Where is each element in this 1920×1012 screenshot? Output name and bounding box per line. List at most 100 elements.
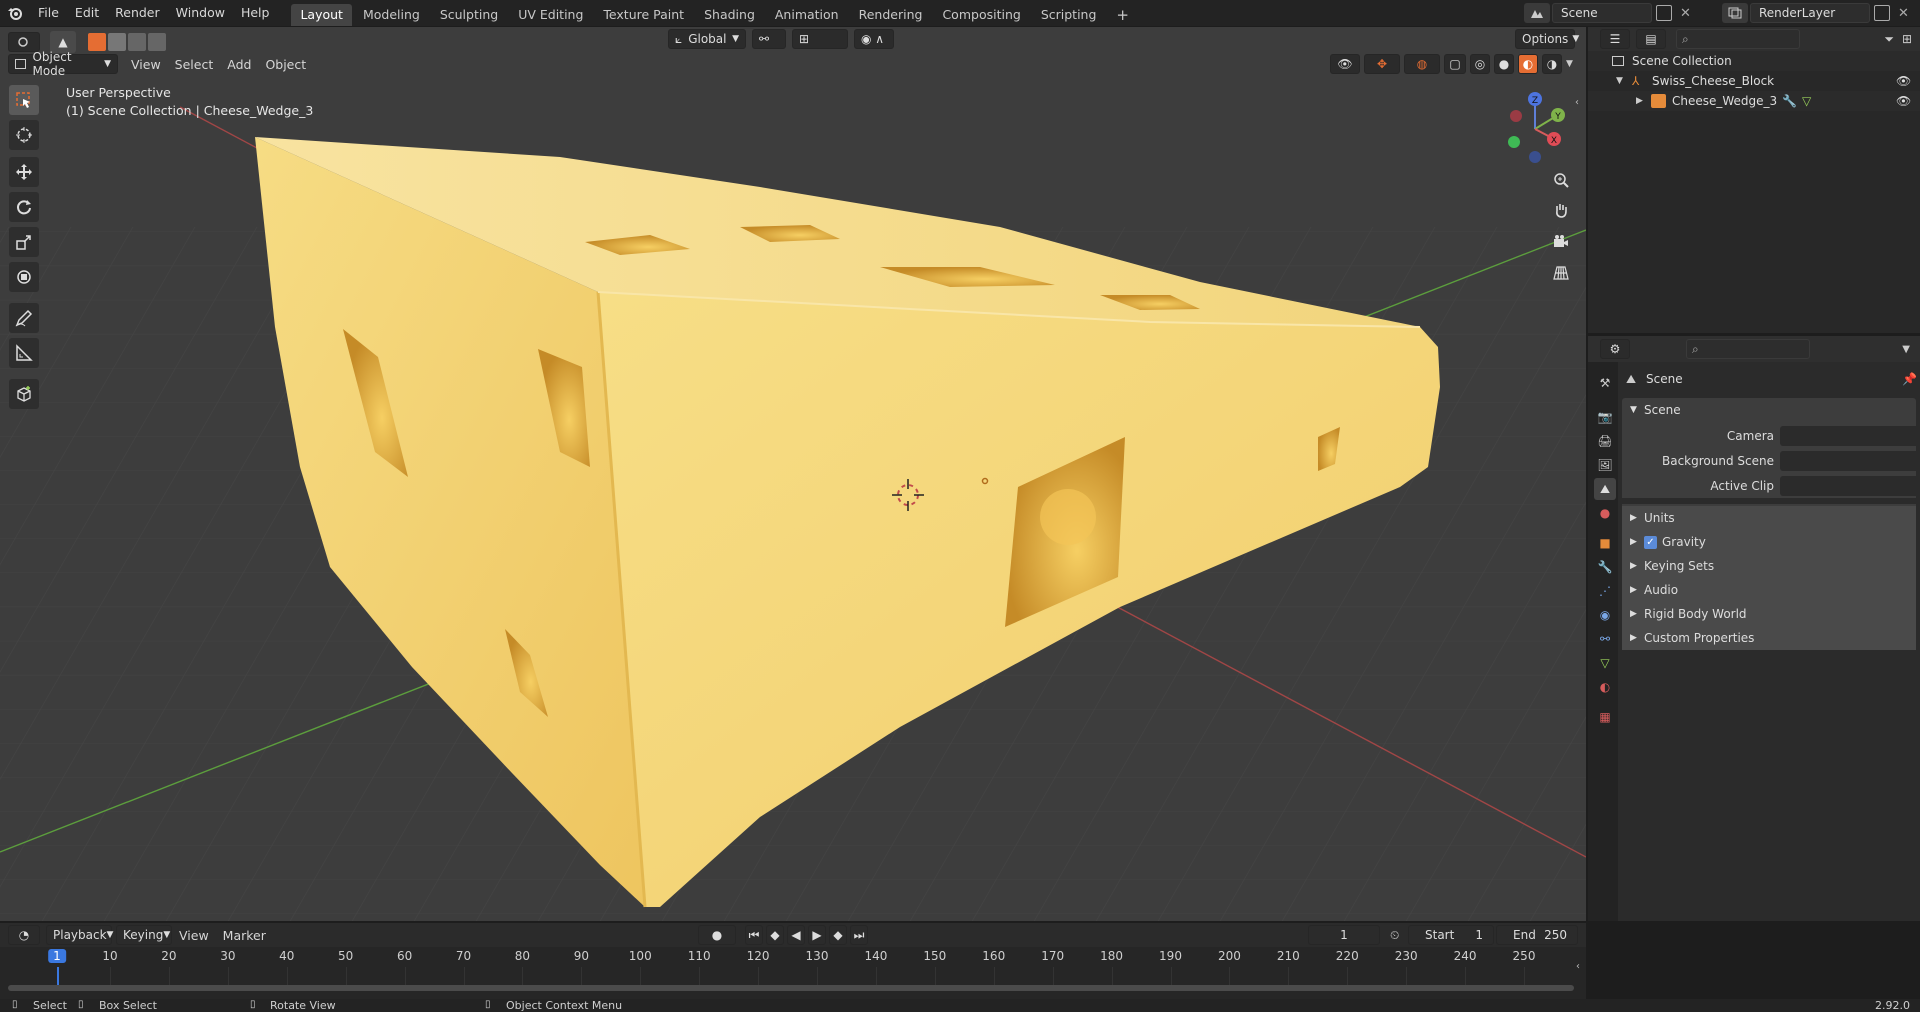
zoom-icon[interactable] [1548, 167, 1574, 193]
expand-arrow-icon[interactable]: ▶ [1636, 91, 1643, 111]
outliner-row-scene-collection[interactable]: Scene Collection [1588, 51, 1920, 71]
object-tab-icon[interactable]: ■ [1594, 532, 1616, 554]
timeline-sidebar-toggle-icon[interactable]: ‹ [1576, 961, 1580, 972]
annotate-tool[interactable] [9, 303, 39, 333]
texture-tab-icon[interactable]: ▦ [1594, 706, 1616, 728]
view-layer-tab-icon[interactable]: 🖼 [1594, 454, 1616, 476]
gizmo-toggle[interactable]: ✥ [1364, 54, 1400, 74]
gravity-panel-header[interactable]: ▶ ✓ Gravity [1622, 530, 1916, 554]
rotate-tool[interactable] [9, 192, 39, 222]
tab-animation[interactable]: Animation [766, 4, 848, 26]
display-mode-dropdown[interactable]: ▤ [1636, 29, 1666, 49]
properties-editor-type-button[interactable]: ⚙ [1600, 339, 1630, 359]
pin-icon[interactable]: 📌 [1902, 368, 1917, 390]
audio-panel-header[interactable]: ▶ Audio [1622, 578, 1916, 602]
tab-texture-paint[interactable]: Texture Paint [594, 4, 693, 26]
visibility-dropdown[interactable]: 👁 [1330, 54, 1360, 74]
custom-properties-panel-header[interactable]: ▶ Custom Properties [1622, 626, 1916, 650]
scene-selector[interactable]: Scene ✕ [1524, 3, 1691, 23]
outliner-editor-type-button[interactable]: ☰ [1600, 29, 1630, 49]
tab-sculpting[interactable]: Sculpting [431, 4, 507, 26]
transform-orientation-dropdown[interactable]: ⟀ Global ▼ [668, 29, 746, 49]
chevron-down-icon[interactable]: ▼ [1566, 59, 1573, 69]
menu-window[interactable]: Window [168, 0, 233, 26]
eye-icon[interactable]: 👁 [1896, 91, 1911, 111]
gravity-checkbox[interactable]: ✓ [1644, 536, 1657, 549]
timeline-scrollbar[interactable] [8, 985, 1574, 991]
editor-type-button[interactable] [8, 32, 40, 52]
select-subtract-icon[interactable] [128, 33, 146, 51]
outliner-row-swiss-cheese-block[interactable]: ▼ ⅄ Swiss_Cheese_Block 👁 [1588, 71, 1920, 91]
proportional-editing-button[interactable]: ◉ ∧ [854, 29, 894, 49]
select-new-icon[interactable] [88, 33, 106, 51]
background-scene-field[interactable] [1780, 451, 1920, 471]
cursor-tool[interactable] [9, 120, 39, 150]
output-tab-icon[interactable]: 🖨 [1594, 430, 1616, 452]
scale-tool[interactable] [9, 227, 39, 257]
keying-sets-panel-header[interactable]: ▶ Keying Sets [1622, 554, 1916, 578]
constraints-tab-icon[interactable]: ⚯ [1594, 628, 1616, 650]
select-box-tool[interactable] [9, 85, 39, 115]
blender-logo-icon[interactable] [0, 0, 30, 26]
measure-tool[interactable] [9, 338, 39, 368]
tool-settings-tab-icon[interactable]: ⚒ [1594, 372, 1616, 394]
tab-layout[interactable]: Layout [291, 4, 352, 26]
render-tab-icon[interactable]: 📷 [1594, 406, 1616, 428]
rigid-body-world-panel-header[interactable]: ▶ Rigid Body World [1622, 602, 1916, 626]
viewport-menu-select[interactable]: Select [168, 57, 221, 72]
pivot-point-dropdown[interactable]: ⚯ [752, 29, 786, 49]
overlay-toggle[interactable]: ◍ [1404, 54, 1440, 74]
menu-help[interactable]: Help [233, 0, 278, 26]
particles-tab-icon[interactable]: ⋰ [1594, 580, 1616, 602]
scene-panel-header[interactable]: ▼ Scene [1622, 398, 1916, 422]
delete-scene-icon[interactable]: ✕ [1680, 6, 1691, 21]
tab-modeling[interactable]: Modeling [354, 4, 429, 26]
material-tab-icon[interactable]: ◐ [1594, 676, 1616, 698]
eye-icon[interactable]: 👁 [1896, 71, 1911, 91]
tab-scripting[interactable]: Scripting [1032, 4, 1106, 26]
transform-tool[interactable] [9, 262, 39, 292]
expand-arrow-icon[interactable]: ▼ [1616, 71, 1623, 91]
xray-toggle[interactable]: ▢ [1444, 54, 1466, 74]
pan-hand-icon[interactable] [1548, 197, 1574, 223]
outliner-row-cheese-wedge[interactable]: ▶ Cheese_Wedge_3 🔧 ▽ 👁 [1588, 91, 1920, 111]
new-collection-icon[interactable]: ⊞ [1902, 32, 1912, 46]
modifier-wrench-icon[interactable]: 🔧 [1782, 91, 1797, 111]
tab-compositing[interactable]: Compositing [933, 4, 1029, 26]
data-tab-icon[interactable]: ▽ [1594, 652, 1616, 674]
add-workspace-button[interactable]: + [1107, 4, 1138, 26]
chevron-down-icon[interactable]: ▼ [1902, 344, 1910, 355]
tab-shading[interactable]: Shading [695, 4, 764, 26]
shading-solid-icon[interactable]: ● [1494, 54, 1514, 74]
viewport-menu-add[interactable]: Add [220, 57, 258, 72]
active-clip-field[interactable] [1780, 476, 1920, 496]
world-tab-icon[interactable]: ● [1594, 502, 1616, 524]
scene-name-field[interactable]: Scene [1552, 3, 1652, 23]
shading-rendered-icon[interactable]: ◑ [1542, 54, 1562, 74]
menu-file[interactable]: File [30, 0, 67, 26]
filter-icon[interactable]: ⏷ [1884, 32, 1894, 47]
outliner-search-input[interactable]: ⌕ [1676, 29, 1800, 49]
move-tool[interactable] [9, 157, 39, 187]
sidebar-toggle-icon[interactable]: ‹ [1575, 97, 1579, 108]
playhead-frame-indicator[interactable]: 1 [48, 949, 66, 963]
physics-tab-icon[interactable]: ◉ [1594, 604, 1616, 626]
view-layer-name-field[interactable]: RenderLayer [1750, 3, 1870, 23]
tab-uv-editing[interactable]: UV Editing [509, 4, 592, 26]
menu-render[interactable]: Render [107, 0, 168, 26]
delete-view-layer-icon[interactable]: ✕ [1898, 6, 1909, 21]
select-invert-icon[interactable] [148, 33, 166, 51]
viewport-menu-view[interactable]: View [124, 57, 168, 72]
menu-edit[interactable]: Edit [67, 0, 107, 26]
new-view-layer-icon[interactable] [1874, 5, 1890, 21]
new-scene-icon[interactable] [1656, 5, 1672, 21]
view-layer-selector[interactable]: RenderLayer ✕ [1722, 3, 1909, 23]
3d-viewport[interactable]: ▲ Object Mode ▼ View Select Add Object ⟀… [0, 27, 1586, 921]
mesh-data-icon[interactable]: ▽ [1802, 91, 1811, 111]
add-cube-tool[interactable] [9, 379, 39, 409]
options-button[interactable]: Options ▼ [1515, 29, 1579, 49]
units-panel-header[interactable]: ▶ Units [1622, 506, 1916, 530]
viewport-menu-object[interactable]: Object [258, 57, 313, 72]
perspective-toggle-icon[interactable] [1548, 260, 1574, 286]
properties-search-input[interactable]: ⌕ [1686, 339, 1810, 359]
